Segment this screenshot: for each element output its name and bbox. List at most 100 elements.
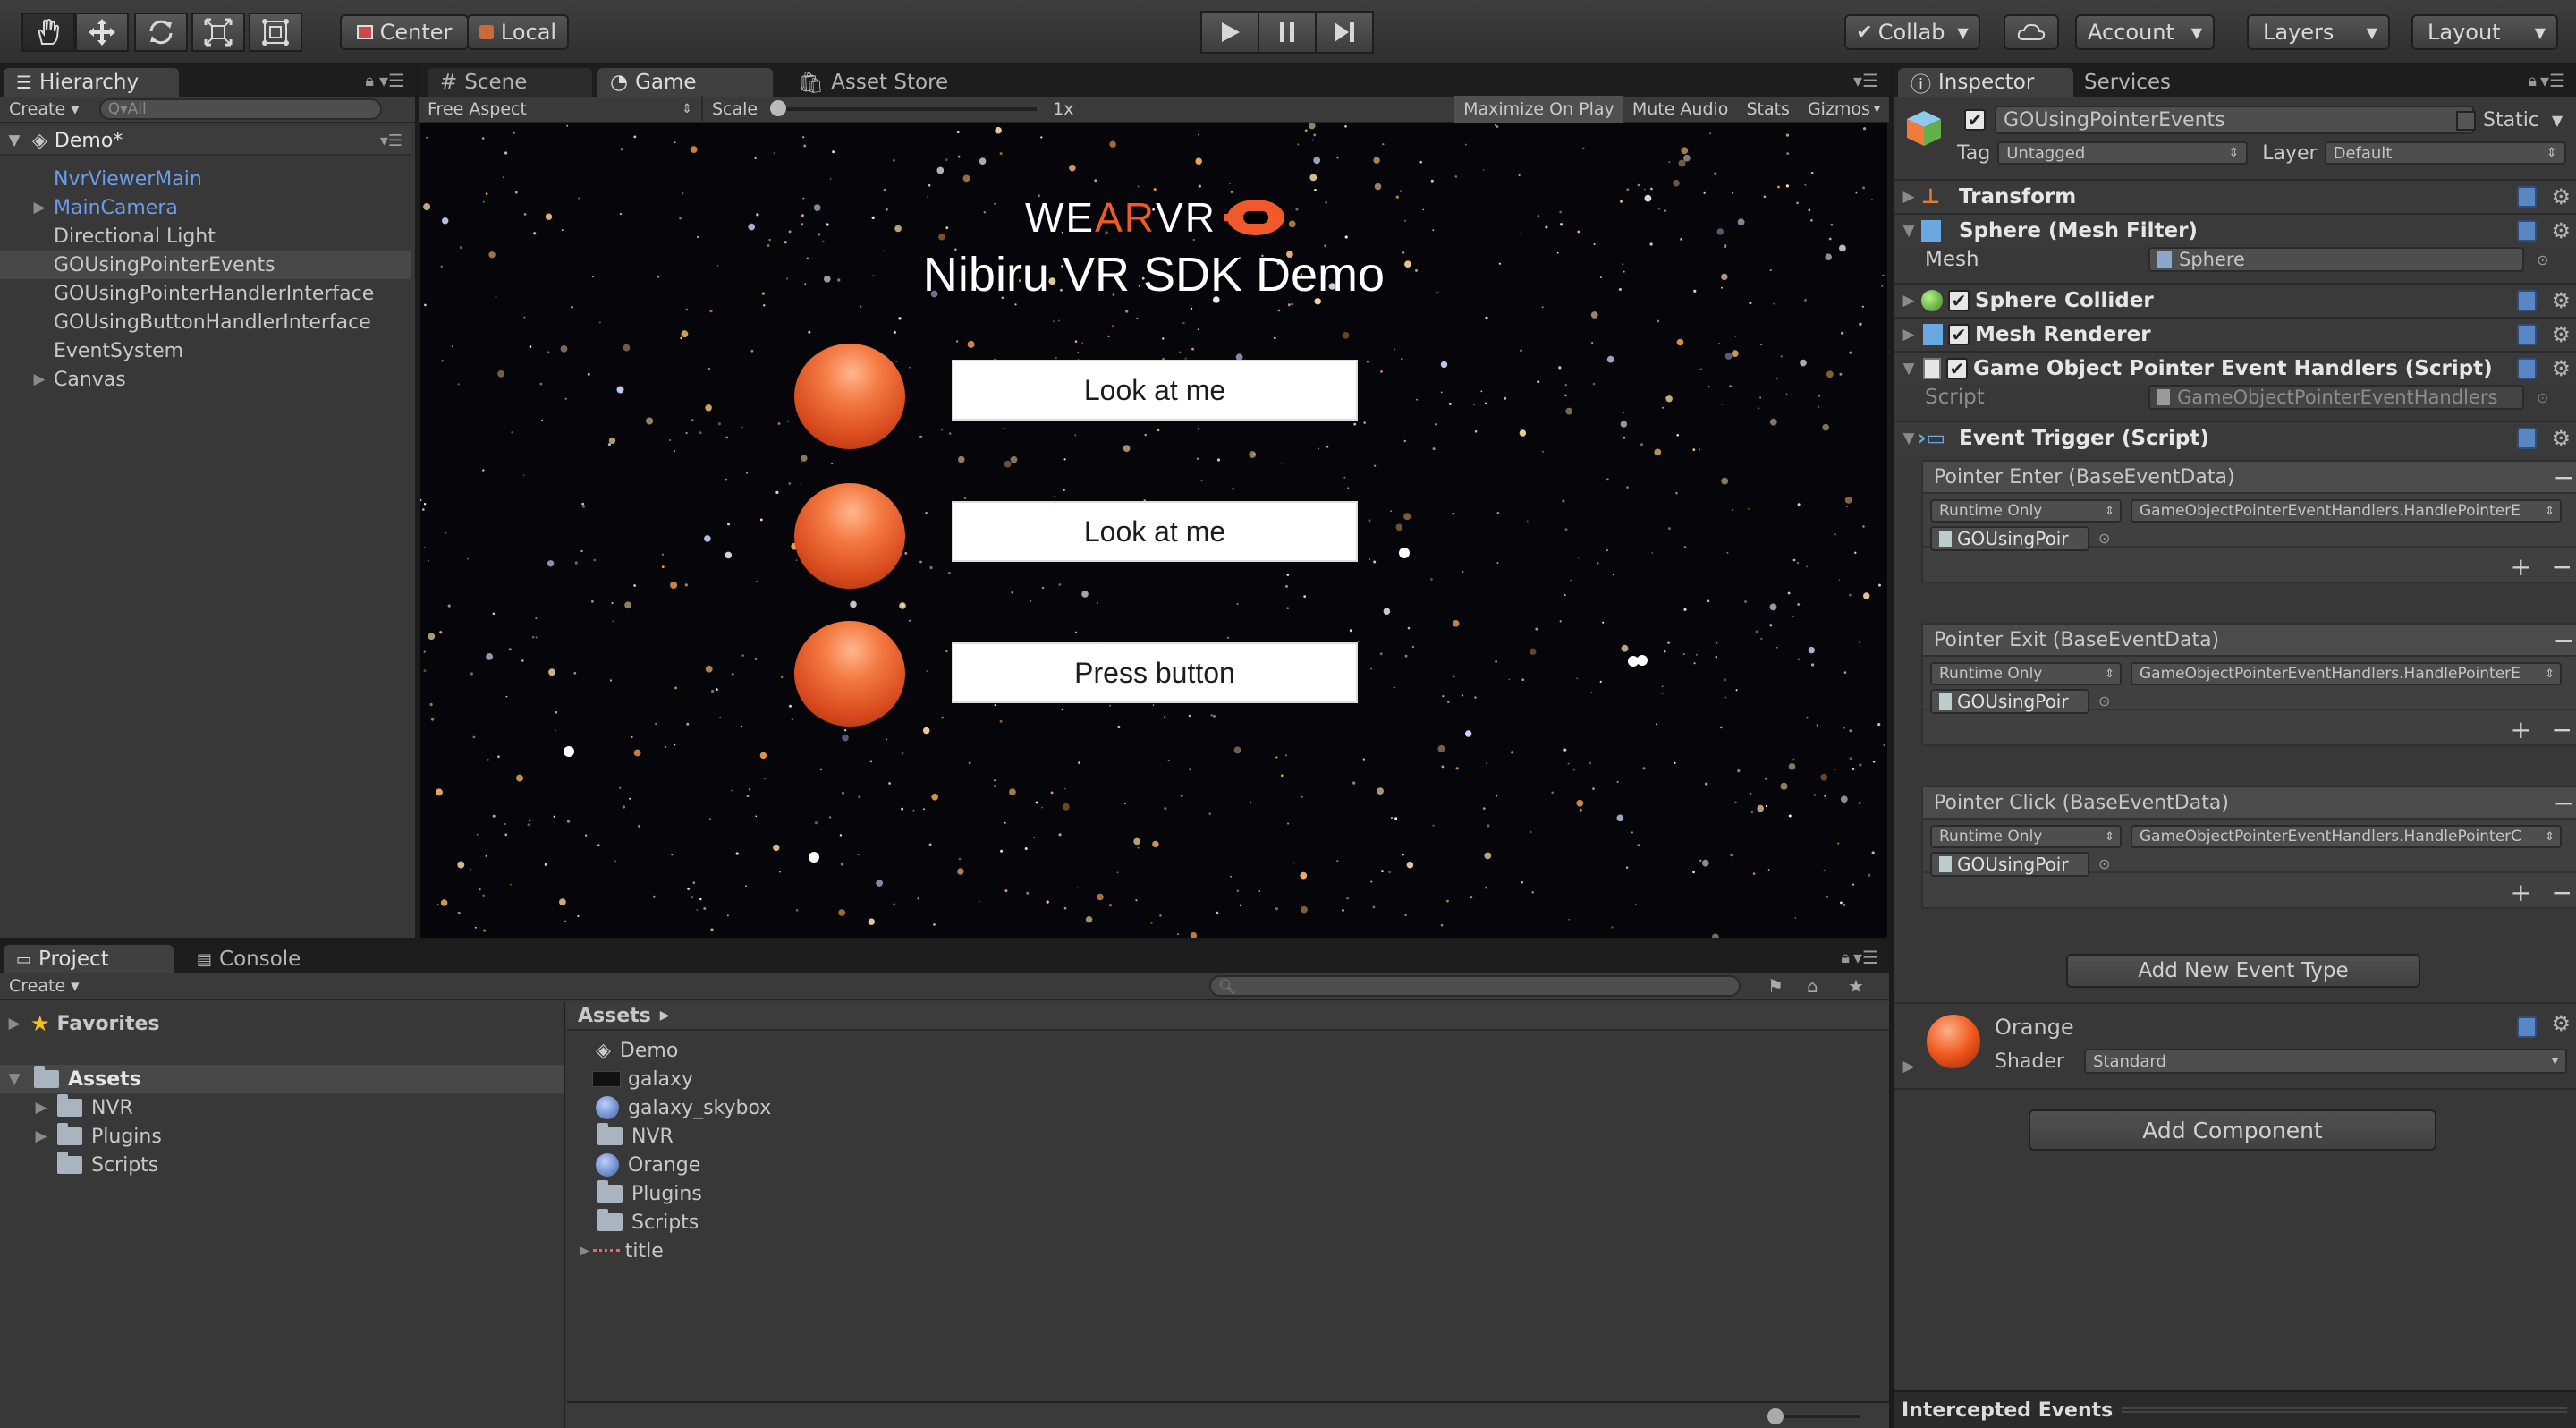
hierarchy-item[interactable]: ▶ MainCamera (0, 193, 411, 222)
breadcrumb-assets[interactable]: Assets (578, 1005, 651, 1027)
method-dropdown[interactable]: GameObjectPointerEventHandlers.HandlePoi… (2131, 825, 2562, 848)
mesh-filter-component-header[interactable]: ▼ Sphere (Mesh Filter) ⚙ (1894, 213, 2576, 247)
runtime-dropdown[interactable]: Runtime Only ⇕ (1930, 499, 2122, 523)
sphere-collider-component-header[interactable]: ▶ ✔ Sphere Collider ⚙ (1894, 283, 2576, 317)
expand-triangle-icon[interactable]: ▼ (5, 132, 23, 149)
collab-dropdown[interactable]: ✔ Collab ▼ (1844, 14, 1980, 50)
panel-menu-icon[interactable]: ▾☰ (1853, 947, 1878, 968)
gear-icon[interactable]: ⚙ (2551, 1011, 2571, 1036)
asset-item[interactable]: ◈ Demo (580, 1036, 678, 1065)
static-checkbox[interactable] (2456, 110, 2476, 131)
remove-event-icon[interactable]: − (2554, 788, 2574, 818)
panel-menu-icon[interactable]: ▾☰ (1853, 70, 1878, 91)
favorites-row[interactable]: ▶ ★ Favorites (0, 1009, 564, 1038)
target-object-field[interactable]: GOUsingPoir (1930, 852, 2089, 877)
pivot-local-button[interactable]: Local (467, 14, 569, 50)
add-listener-icon[interactable]: + (2511, 878, 2531, 907)
filter-by-type-icon[interactable]: ⚑ (1767, 975, 1784, 997)
zoom-slider-thumb[interactable] (1767, 1408, 1784, 1424)
object-picker-icon[interactable]: ⊙ (2098, 530, 2110, 547)
tab-hierarchy[interactable]: ☰ Hierarchy (4, 68, 179, 97)
collapse-triangle-icon[interactable]: ▶ (32, 1099, 50, 1117)
filter-by-label-icon[interactable]: ⌂ (1807, 975, 1818, 997)
gear-icon[interactable]: ⚙ (2551, 322, 2571, 347)
expand-triangle-icon[interactable]: ▼ (1900, 222, 1918, 240)
resize-grip[interactable] (2122, 1407, 2567, 1413)
expand-triangle-icon[interactable]: ▼ (1900, 429, 1918, 447)
collapse-triangle-icon[interactable]: ▶ (1900, 292, 1918, 310)
hierarchy-item[interactable]: GOUsingPointerHandlerInterface (0, 279, 411, 308)
project-search-input[interactable]: 🔍︎ (1209, 975, 1741, 997)
hand-tool-button[interactable] (21, 13, 75, 52)
layer-dropdown[interactable]: Default ⇕ (2324, 141, 2566, 165)
favorite-star-icon[interactable]: ★ (1848, 975, 1864, 997)
aspect-dropdown[interactable]: Free Aspect ⇕ (419, 96, 703, 123)
collapse-triangle-icon[interactable]: ▶ (1900, 188, 1918, 206)
collapse-triangle-icon[interactable]: ▶ (1900, 326, 1918, 344)
remove-listener-icon[interactable]: − (2552, 552, 2572, 582)
orange-sphere[interactable] (794, 621, 905, 727)
asset-item[interactable]: ▶ title (580, 1237, 664, 1265)
remove-event-icon[interactable]: − (2554, 463, 2574, 492)
add-listener-icon[interactable]: + (2511, 715, 2531, 744)
help-book-icon[interactable] (2517, 358, 2537, 379)
collapse-triangle-icon[interactable]: ▶ (580, 1244, 589, 1258)
collapse-triangle-icon[interactable]: ▶ (5, 1015, 23, 1033)
scene-menu-icon[interactable]: ▾☰ (380, 132, 402, 150)
scale-tool-button[interactable] (191, 13, 245, 52)
gizmos-toggle[interactable]: Gizmos (1799, 96, 1874, 123)
help-book-icon[interactable] (2517, 186, 2537, 208)
transform-component-header[interactable]: ▶ ⊥ Transform ⚙ (1894, 179, 2576, 213)
asset-item[interactable]: NVR (580, 1122, 674, 1151)
collapse-triangle-icon[interactable]: ▶ (32, 1127, 50, 1145)
gizmos-caret-icon[interactable]: ▾ (1874, 96, 1889, 123)
method-dropdown[interactable]: GameObjectPointerEventHandlers.HandlePoi… (2131, 662, 2562, 685)
target-object-field[interactable]: GOUsingPoir (1930, 689, 2089, 714)
splitter[interactable] (0, 938, 1889, 941)
expand-triangle-icon[interactable]: ▼ (1900, 360, 1918, 378)
add-new-event-type-button[interactable]: Add New Event Type (2066, 954, 2420, 988)
rotate-tool-button[interactable] (134, 13, 188, 52)
help-book-icon[interactable] (2517, 1016, 2537, 1038)
remove-listener-icon[interactable]: − (2552, 878, 2572, 907)
hierarchy-item[interactable]: ▶ Canvas (0, 365, 411, 394)
remove-listener-icon[interactable]: − (2552, 715, 2572, 744)
mesh-renderer-enabled-checkbox[interactable]: ✔ (1948, 324, 1970, 345)
game-view[interactable]: WE AR VR Nibiru VR SDK Demo Look at me Loo… (420, 123, 1887, 938)
orange-sphere[interactable] (794, 483, 905, 589)
sphere-collider-enabled-checkbox[interactable]: ✔ (1948, 290, 1970, 311)
splitter[interactable] (1889, 64, 1894, 1428)
hierarchy-search-input[interactable]: Q▾All (98, 98, 382, 120)
panel-menu-icon[interactable]: ▾☰ (379, 70, 404, 91)
shader-dropdown[interactable]: Standard ▾ (2084, 1049, 2567, 1074)
collapse-triangle-icon[interactable]: ▶ (30, 199, 48, 217)
panel-menu-icon[interactable]: ▾☰ (2540, 70, 2565, 91)
pause-button[interactable] (1258, 11, 1317, 54)
static-toggle[interactable]: Static ▼ (2456, 109, 2563, 132)
tab-console[interactable]: ▤ Console (184, 945, 354, 973)
help-book-icon[interactable] (2517, 220, 2537, 242)
mute-audio-toggle[interactable]: Mute Audio (1623, 96, 1738, 123)
play-button[interactable] (1200, 11, 1259, 54)
tree-folder-row[interactable]: ▶ Plugins (0, 1122, 564, 1151)
step-button[interactable] (1315, 11, 1374, 54)
zoom-slider[interactable] (1767, 1408, 1860, 1424)
tab-game[interactable]: ◔ Game (597, 68, 773, 97)
cloud-button[interactable] (2004, 14, 2059, 50)
lock-icon[interactable]: 🔒︎ (2528, 72, 2537, 90)
runtime-dropdown[interactable]: Runtime Only ⇕ (1930, 825, 2122, 848)
scale-slider-thumb[interactable] (770, 100, 787, 116)
account-dropdown[interactable]: Account ▼ (2075, 14, 2215, 50)
remove-event-icon[interactable]: − (2554, 625, 2574, 655)
hierarchy-item[interactable]: GOUsingButtonHandlerInterface (0, 308, 411, 336)
gear-icon[interactable]: ⚙ (2551, 288, 2571, 313)
asset-item[interactable]: Scripts (580, 1208, 699, 1237)
hierarchy-item[interactable]: EventSystem (0, 336, 411, 365)
look-at-me-button[interactable]: Look at me (952, 501, 1358, 562)
assets-root-row[interactable]: ▼ Assets (0, 1065, 564, 1093)
pivot-center-button[interactable]: Center (340, 14, 469, 50)
gear-icon[interactable]: ⚙ (2551, 218, 2571, 243)
asset-item[interactable]: Plugins (580, 1179, 702, 1208)
stats-toggle[interactable]: Stats (1737, 96, 1799, 123)
asset-item[interactable]: Orange (580, 1151, 700, 1179)
